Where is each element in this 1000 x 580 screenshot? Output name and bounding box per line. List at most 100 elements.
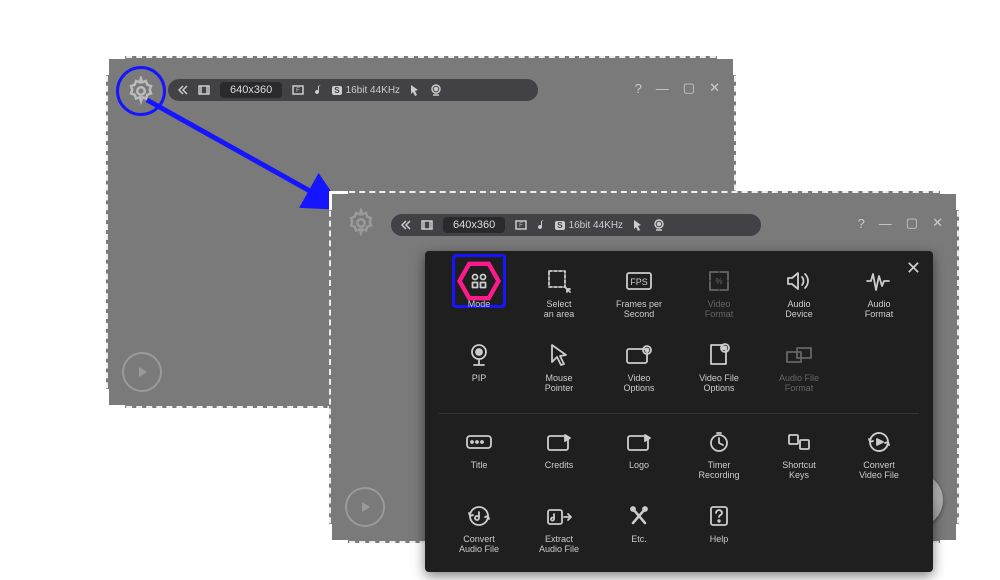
play-button[interactable] — [345, 487, 385, 527]
minimize-button[interactable]: — — [879, 216, 892, 231]
maximize-button[interactable]: ▢ — [683, 80, 695, 96]
settings-item-timer[interactable]: Timer Recording — [679, 422, 759, 492]
cursor-toggle[interactable] — [633, 219, 643, 231]
settings-item-pip[interactable]: PIP — [439, 335, 519, 405]
crop-corner-br — [940, 524, 959, 543]
settings-item-label: Timer Recording — [698, 460, 739, 481]
music-note-icon — [537, 219, 545, 231]
dimensions-pill[interactable]: 640x360 — [220, 82, 282, 98]
settings-item-video-format[interactable]: %Video Format — [679, 261, 759, 331]
settings-button[interactable] — [339, 201, 383, 245]
crop-corner-tl — [106, 56, 125, 75]
svg-text:F: F — [519, 223, 523, 229]
webcam-icon — [653, 219, 665, 231]
frame-icon — [198, 85, 210, 95]
audio-toggle[interactable] — [537, 219, 545, 231]
crop-corner-tr — [940, 191, 959, 210]
screen-f-icon: F — [292, 85, 304, 95]
audio-format-button[interactable]: S16bit 44KHz — [555, 220, 623, 231]
audio-format-icon — [865, 267, 893, 295]
panel-close-button[interactable]: ✕ — [906, 259, 921, 277]
settings-item-label: Mouse Pointer — [545, 373, 574, 394]
settings-item-video-options[interactable]: Video Options — [599, 335, 679, 405]
audio-format-button[interactable]: S16bit 44KHz — [332, 85, 400, 96]
mouse-pointer-icon — [545, 341, 573, 369]
mode-icon-button[interactable] — [198, 85, 210, 95]
settings-item-etc[interactable]: Etc. — [599, 496, 679, 566]
crop-corner-tr — [717, 56, 736, 75]
settings-item-fps[interactable]: FPS Frames per Second — [599, 261, 679, 331]
settings-item-shortcut[interactable]: Shortcut Keys — [759, 422, 839, 492]
fullscreen-toggle[interactable]: F — [515, 220, 527, 230]
convert-audio-icon — [465, 502, 493, 530]
mode-icon-button[interactable] — [421, 220, 433, 230]
settings-item-label: Mode — [468, 299, 491, 309]
close-button[interactable]: ✕ — [709, 80, 720, 96]
close-button[interactable]: ✕ — [932, 215, 943, 231]
webcam-toggle[interactable] — [653, 219, 665, 231]
pip-icon — [465, 341, 493, 369]
frame-icon — [421, 220, 433, 230]
cursor-toggle[interactable] — [410, 84, 420, 96]
settings-item-label: Audio Device — [785, 299, 813, 320]
title-icon — [465, 428, 493, 456]
music-note-icon — [314, 84, 322, 96]
settings-item-audio-device[interactable]: Audio Device — [759, 261, 839, 331]
settings-item-label: Logo — [629, 460, 649, 470]
settings-item-video-file-options[interactable]: Video File Options — [679, 335, 759, 405]
fps-icon: FPS — [625, 267, 653, 295]
collapse-toggle[interactable] — [401, 220, 411, 230]
settings-item-label: Shortcut Keys — [782, 460, 816, 481]
settings-item-label: Frames per Second — [616, 299, 662, 320]
settings-item-label: Video Format — [705, 299, 734, 320]
settings-item-mouse-pointer[interactable]: Mouse Pointer — [519, 335, 599, 405]
help-button[interactable]: ? — [635, 81, 642, 96]
audio-toggle[interactable] — [314, 84, 322, 96]
settings-item-label: Video File Options — [699, 373, 739, 394]
fullscreen-toggle[interactable]: F — [292, 85, 304, 95]
svg-text:F: F — [296, 88, 300, 94]
cursor-icon — [633, 219, 643, 231]
settings-item-help[interactable]: Help — [679, 496, 759, 566]
settings-item-label: Audio File Format — [779, 373, 819, 394]
panel-divider — [439, 413, 919, 414]
select-area-icon — [545, 267, 573, 295]
settings-item-credits[interactable]: Credits — [519, 422, 599, 492]
settings-item-title[interactable]: Title — [439, 422, 519, 492]
play-icon — [358, 500, 372, 514]
settings-item-label: Title — [471, 460, 488, 470]
settings-panel: ✕ Mode Select an area FPS Frames per Second… — [425, 251, 933, 572]
window-controls: ? — ▢ ✕ — [858, 215, 943, 231]
settings-item-logo[interactable]: Logo — [599, 422, 679, 492]
extract-audio-icon — [545, 502, 573, 530]
settings-item-label: Help — [710, 534, 729, 544]
screen-f-icon: F — [515, 220, 527, 230]
settings-item-mode[interactable]: Mode — [439, 261, 519, 331]
dimensions-pill[interactable]: 640x360 — [443, 217, 505, 233]
settings-item-label: PIP — [472, 373, 487, 383]
help-icon — [705, 502, 733, 530]
webcam-toggle[interactable] — [430, 84, 442, 96]
settings-button-highlighted[interactable] — [116, 66, 166, 116]
video-file-options-icon — [705, 341, 733, 369]
crop-corner-bl — [106, 389, 125, 408]
minimize-button[interactable]: — — [656, 81, 669, 96]
settings-item-label: Credits — [545, 460, 574, 470]
toolbar: 640x360 F S16bit 44KHz — [168, 79, 538, 101]
timer-icon — [705, 428, 733, 456]
maximize-button[interactable]: ▢ — [906, 215, 918, 231]
audio-device-icon — [785, 267, 813, 295]
shortcut-icon — [785, 428, 813, 456]
settings-item-select-area[interactable]: Select an area — [519, 261, 599, 331]
settings-item-audio-file-format[interactable]: Audio File Format — [759, 335, 839, 405]
webcam-icon — [430, 84, 442, 96]
play-button[interactable] — [122, 352, 162, 392]
help-button[interactable]: ? — [858, 216, 865, 231]
settings-item-convert-video[interactable]: Convert Video File — [839, 422, 919, 492]
svg-text:FPS: FPS — [630, 277, 648, 287]
cursor-icon — [410, 84, 420, 96]
window-controls: ? — ▢ ✕ — [635, 80, 720, 96]
collapse-toggle[interactable] — [178, 85, 188, 95]
settings-item-extract-audio[interactable]: Extract Audio File — [519, 496, 599, 566]
settings-item-convert-audio[interactable]: Convert Audio File — [439, 496, 519, 566]
